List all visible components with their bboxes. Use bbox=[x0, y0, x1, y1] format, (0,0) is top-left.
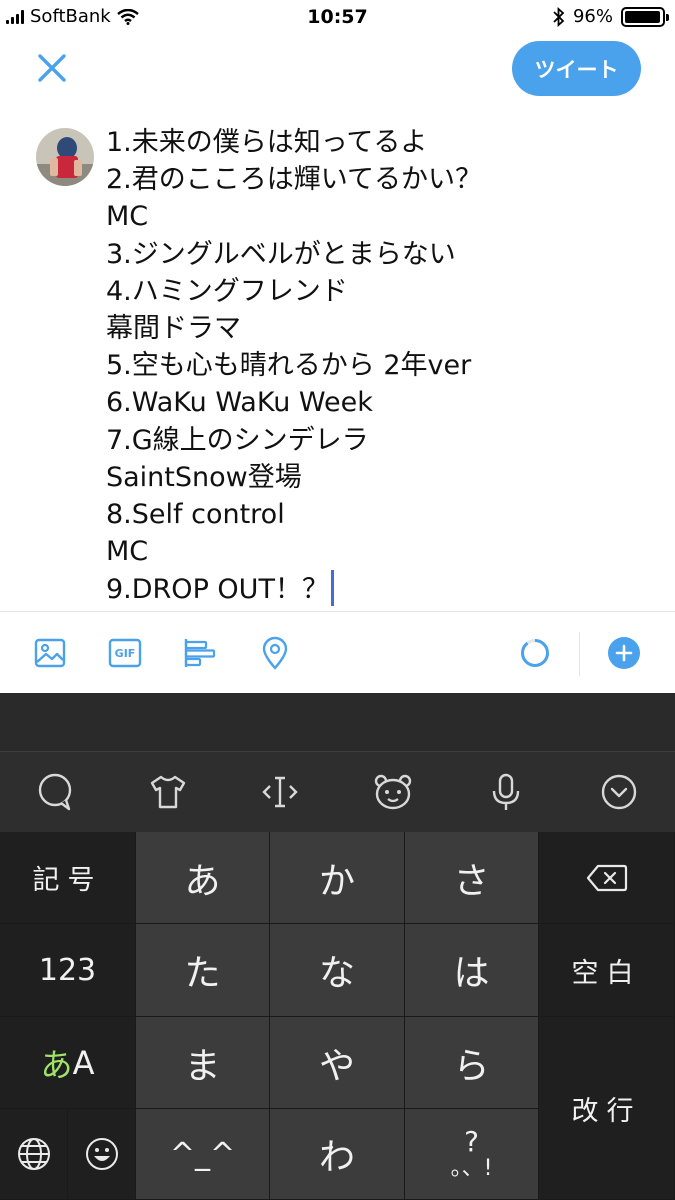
tweet-line: 8.Self control bbox=[106, 498, 285, 530]
location-button[interactable] bbox=[256, 634, 294, 672]
add-tweet-button[interactable] bbox=[605, 634, 643, 672]
cursor-move-icon bbox=[262, 776, 298, 808]
bear-face-icon bbox=[374, 774, 412, 810]
candidate-bar bbox=[0, 693, 675, 752]
tweet-line: 1.未来の僕らは知ってるよ bbox=[106, 127, 428, 158]
poll-button[interactable] bbox=[181, 634, 219, 672]
microphone-icon bbox=[492, 773, 520, 810]
key-ha-label: は bbox=[453, 953, 490, 994]
collapse-keyboard-button[interactable] bbox=[598, 771, 640, 813]
tweet-button[interactable]: ツイート bbox=[512, 41, 641, 96]
tweet-line: MC bbox=[106, 536, 149, 568]
globe-icon bbox=[17, 1138, 50, 1170]
keyboard-toolbar bbox=[0, 752, 675, 832]
key-ra-label: ら bbox=[453, 1045, 490, 1087]
key-ka[interactable]: か bbox=[270, 832, 405, 924]
key-wa-label: わ bbox=[318, 1137, 355, 1178]
globe-key[interactable] bbox=[0, 1109, 68, 1200]
tweet-line-text: 9.DROP OUT！？ bbox=[106, 574, 329, 606]
tweet-line: 6.WaKu WaKu Week bbox=[106, 387, 373, 419]
poll-icon bbox=[184, 639, 216, 667]
tweet-line: 幕間ドラマ bbox=[106, 312, 241, 344]
bear-face-button[interactable] bbox=[372, 771, 414, 813]
kaomoji-key[interactable]: ^_^ bbox=[136, 1109, 270, 1200]
tweet-line: 7.G線上のシンデレラ bbox=[106, 424, 369, 456]
key-a-label: あ bbox=[184, 860, 221, 902]
battery-fill bbox=[625, 10, 660, 23]
avatar bbox=[36, 128, 94, 186]
punctuation-top-label: ? bbox=[464, 1125, 479, 1158]
battery-icon bbox=[621, 6, 669, 27]
punctuation-key[interactable]: ? 。、! bbox=[405, 1109, 539, 1200]
symbols-key[interactable]: 記号 bbox=[0, 832, 136, 924]
space-key-label: 空白 bbox=[571, 957, 642, 989]
key-ta[interactable]: た bbox=[136, 924, 270, 1017]
speech-bubble-button[interactable] bbox=[34, 771, 76, 813]
character-count-ring bbox=[521, 639, 549, 667]
key-sa-label: さ bbox=[453, 860, 490, 902]
symbols-key-label: 記号 bbox=[32, 865, 103, 896]
key-wa[interactable]: わ bbox=[270, 1109, 405, 1200]
compose-toolbar: GIF bbox=[0, 611, 675, 693]
emoji-key[interactable] bbox=[68, 1109, 136, 1200]
tweet-text-area[interactable]: 1.未来の僕らは知ってるよ 2.君のこころは輝いてるかい？ MC 3.ジングルベ… bbox=[106, 124, 651, 607]
microphone-button[interactable] bbox=[485, 771, 527, 813]
emoji-icon bbox=[85, 1138, 118, 1170]
key-ka-label: か bbox=[318, 860, 355, 902]
tweet-line: SaintSnow登場 bbox=[106, 461, 302, 493]
key-ya[interactable]: や bbox=[270, 1017, 405, 1109]
status-right: 96% bbox=[553, 6, 669, 27]
key-ra[interactable]: ら bbox=[405, 1017, 539, 1109]
tweet-line: 5.空も心も晴れるから 2年ver bbox=[106, 350, 472, 382]
input-mode-key[interactable]: あA bbox=[0, 1017, 136, 1109]
status-bar: SoftBank 10:57 96% bbox=[0, 0, 675, 34]
close-button[interactable] bbox=[34, 50, 70, 86]
text-cursor bbox=[330, 570, 334, 607]
key-na-label: な bbox=[318, 953, 355, 994]
key-ma-label: ま bbox=[184, 1045, 221, 1087]
key-a[interactable]: あ bbox=[136, 832, 270, 924]
tweet-line: 2.君のこころは輝いてるかい？ bbox=[106, 164, 482, 196]
image-icon bbox=[34, 638, 66, 668]
speech-bubble-icon bbox=[38, 773, 72, 811]
delete-icon bbox=[586, 864, 627, 891]
tshirt-button[interactable] bbox=[147, 771, 189, 813]
tshirt-icon bbox=[150, 775, 186, 809]
toolbar-divider bbox=[579, 632, 580, 676]
tweet-line: 3.ジングルベルがとまらない bbox=[106, 238, 456, 270]
image-button[interactable] bbox=[31, 634, 69, 672]
bluetooth-icon bbox=[553, 6, 565, 27]
key-sa[interactable]: さ bbox=[405, 832, 539, 924]
battery-percent: 96% bbox=[572, 6, 613, 27]
gif-button[interactable]: GIF bbox=[106, 634, 144, 672]
close-icon bbox=[38, 54, 66, 82]
tweet-line: 4.ハミングフレンド bbox=[106, 275, 348, 307]
key-na[interactable]: な bbox=[270, 924, 405, 1017]
key-ma[interactable]: ま bbox=[136, 1017, 270, 1109]
collapse-icon bbox=[601, 774, 637, 810]
delete-key[interactable] bbox=[539, 832, 675, 924]
numbers-key-label: 123 bbox=[38, 952, 97, 988]
key-ha[interactable]: は bbox=[405, 924, 539, 1017]
tweet-line: MC bbox=[106, 201, 149, 233]
character-count bbox=[516, 634, 554, 672]
return-key-label: 改行 bbox=[571, 1095, 642, 1127]
tweet-line-last: 9.DROP OUT！？ bbox=[106, 570, 651, 607]
key-ta-label: た bbox=[184, 953, 221, 994]
keyboard: 記号 あ か さ 123 た な は 空白 あA ま や ら 改行 ^_^ わ bbox=[0, 693, 675, 1200]
mode-alpha-label: A bbox=[72, 1043, 95, 1082]
cursor-move-button[interactable] bbox=[259, 771, 301, 813]
mode-kana-label: あ bbox=[40, 1045, 73, 1084]
add-tweet-icon bbox=[608, 637, 640, 669]
kaomoji-key-label: ^_^ bbox=[169, 1136, 236, 1172]
space-key[interactable]: 空白 bbox=[539, 924, 675, 1017]
punctuation-bottom-label: 。、! bbox=[450, 1156, 493, 1181]
numbers-key[interactable]: 123 bbox=[0, 924, 136, 1017]
gif-label: GIF bbox=[114, 646, 136, 660]
location-icon bbox=[262, 636, 288, 670]
key-ya-label: や bbox=[318, 1045, 355, 1087]
return-key[interactable]: 改行 bbox=[539, 1017, 675, 1200]
